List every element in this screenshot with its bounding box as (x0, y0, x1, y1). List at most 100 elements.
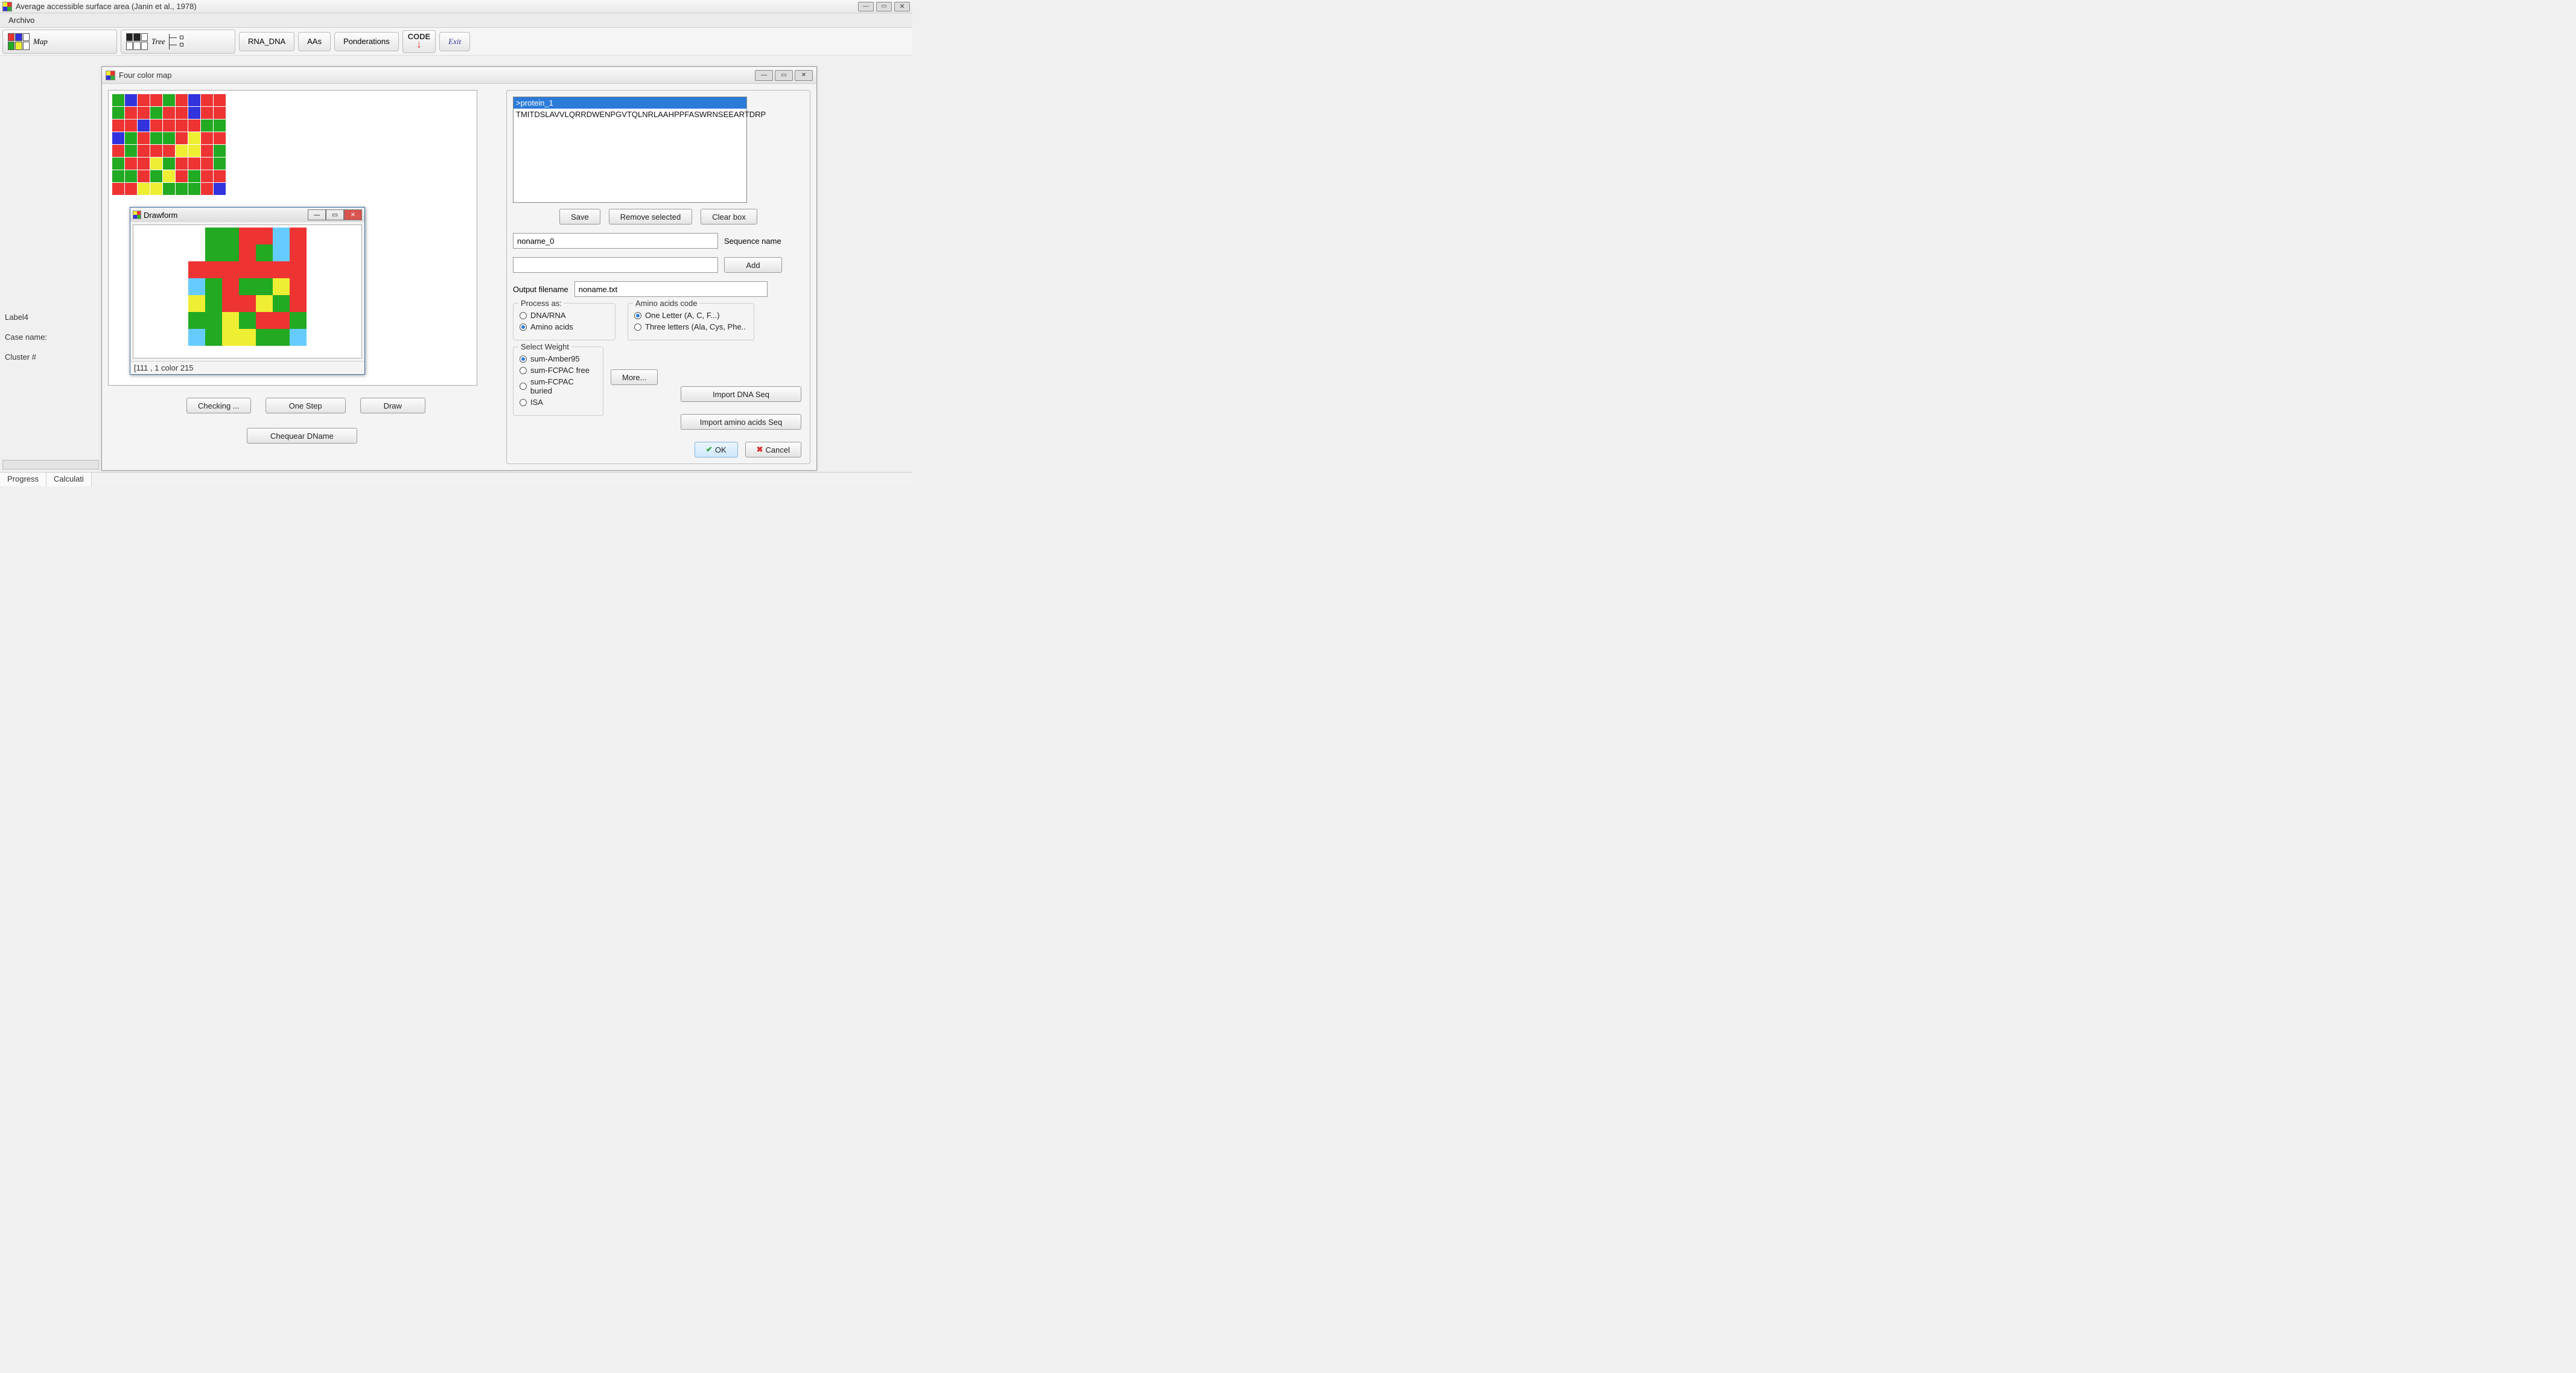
fcm-title: Four color map (119, 71, 755, 80)
fcm-minimize-button[interactable]: — (755, 70, 773, 81)
drawform-title: Drawform (144, 211, 308, 220)
output-filename-value: noname.txt (579, 285, 617, 294)
drawform-grid (188, 228, 307, 346)
weight-isa-label: ISA (530, 398, 543, 407)
more-weights-button[interactable]: More... (611, 369, 658, 385)
draw-button[interactable]: Draw (360, 398, 425, 413)
minimize-button[interactable]: — (858, 2, 874, 11)
drawform-titlebar[interactable]: Drawform — ▭ ✕ (130, 208, 364, 222)
color-map-grid (112, 94, 226, 195)
chequear-dname-button[interactable]: Chequear DName (247, 428, 357, 444)
import-dna-label: Import DNA Seq (713, 390, 769, 399)
drawform-icon (133, 211, 141, 219)
fcm-icon (106, 71, 115, 80)
aa-one-letter-label: One Letter (A, C, F...) (645, 311, 720, 320)
remove-selected-button[interactable]: Remove selected (609, 209, 692, 225)
process-aa-label: Amino acids (530, 322, 573, 331)
sequence-body: TMITDSLAVVLQRRDWENPGVTQLNRLAAHPPFASWRNSE… (514, 109, 746, 120)
ok-button[interactable]: ✔OK (695, 442, 738, 457)
aa-one-letter-radio[interactable]: One Letter (A, C, F...) (634, 311, 748, 320)
aas-button[interactable]: AAs (298, 32, 331, 51)
aa-three-letter-label: Three letters (Ala, Cys, Phe.. (645, 322, 746, 331)
save-button[interactable]: Save (559, 209, 600, 225)
four-color-map-window: Four color map — ▭ ✕ Checking ... One St… (101, 66, 817, 471)
select-weight-group: Select Weight sum-Amber95 sum-FCPAC free… (513, 346, 603, 416)
process-as-legend: Process as: (518, 299, 564, 308)
ponderations-button[interactable]: Ponderations (334, 32, 399, 51)
code-icon: CODE ↓ (408, 32, 431, 47)
sequence-name-label: Sequence name (724, 237, 781, 246)
process-aa-radio[interactable]: Amino acids (520, 322, 609, 331)
app-title: Average accessible surface area (Janin e… (16, 2, 858, 11)
app-titlebar: Average accessible surface area (Janin e… (0, 0, 912, 13)
fcm-close-button[interactable]: ✕ (795, 70, 813, 81)
maximize-button[interactable]: ▭ (876, 2, 892, 11)
tree-label: Tree (151, 37, 165, 46)
save-label: Save (571, 212, 589, 221)
weight-amber95-label: sum-Amber95 (530, 354, 580, 363)
clear-box-button[interactable]: Clear box (701, 209, 757, 225)
cluster-label: Cluster # (5, 352, 95, 362)
app-icon (2, 2, 12, 11)
sequence-selected-header[interactable]: >protein_1 (514, 97, 746, 109)
menubar: Archivo (0, 13, 912, 28)
aa-three-letter-radio[interactable]: Three letters (Ala, Cys, Phe.. (634, 322, 748, 331)
sequence-name-input[interactable]: noname_0 (513, 233, 718, 249)
tree-tool[interactable]: Tree (121, 30, 235, 54)
checking-button[interactable]: Checking ... (186, 398, 251, 413)
weight-fcpac-buried-label: sum-FCPAC buried (530, 377, 597, 395)
progress-bar (2, 460, 99, 470)
output-filename-input[interactable]: noname.txt (574, 281, 768, 297)
more-label: More... (622, 373, 646, 382)
clear-label: Clear box (712, 212, 746, 221)
map-tool[interactable]: Map (2, 30, 117, 54)
one-step-button[interactable]: One Step (266, 398, 346, 413)
weight-isa-radio[interactable]: ISA (520, 398, 597, 407)
tab-calculati[interactable]: Calculati (46, 473, 92, 486)
sequence-name-value: noname_0 (517, 237, 554, 246)
add-sequence-input[interactable] (513, 257, 718, 273)
process-dna-label: DNA/RNA (530, 311, 566, 320)
close-icon: ✖ (757, 445, 763, 454)
check-icon: ✔ (706, 445, 713, 454)
remove-label: Remove selected (620, 212, 681, 221)
case-name-label: Case name: (5, 333, 95, 342)
drawform-status: [111 , 1 color 215 (130, 361, 364, 374)
sequence-listbox[interactable]: >protein_1 TMITDSLAVVLQRRDWENPGVTQLNRLAA… (513, 97, 747, 203)
one-step-label: One Step (289, 401, 322, 410)
tab-progress[interactable]: Progress (0, 473, 46, 486)
cancel-button[interactable]: ✖Cancel (745, 442, 801, 457)
import-aa-label: Import amino acids Seq (700, 418, 783, 427)
aas-label: AAs (307, 37, 322, 46)
chequear-label: Chequear DName (270, 432, 334, 441)
drawform-canvas (133, 225, 362, 358)
weight-fcpac-free-radio[interactable]: sum-FCPAC free (520, 366, 597, 375)
process-dna-radio[interactable]: DNA/RNA (520, 311, 609, 320)
fcm-maximize-button[interactable]: ▭ (775, 70, 793, 81)
aa-code-legend: Amino acids code (633, 299, 700, 308)
tree-grid-icon (126, 33, 148, 50)
add-button[interactable]: Add (724, 257, 782, 273)
map-label: Map (33, 37, 48, 46)
select-weight-legend: Select Weight (518, 342, 571, 351)
checking-label: Checking ... (198, 401, 240, 410)
cancel-label: Cancel (766, 445, 790, 454)
import-aa-button[interactable]: Import amino acids Seq (681, 414, 801, 430)
import-dna-button[interactable]: Import DNA Seq (681, 386, 801, 402)
drawform-close-button[interactable]: ✕ (344, 209, 362, 220)
drawform-minimize-button[interactable]: — (308, 209, 326, 220)
rna-dna-button[interactable]: RNA_DNA (239, 32, 294, 51)
tree-icon (169, 34, 182, 49)
weight-fcpac-buried-radio[interactable]: sum-FCPAC buried (520, 377, 597, 395)
ok-label: OK (715, 445, 727, 454)
exit-button[interactable]: Exit (439, 32, 470, 51)
label4: Label4 (5, 313, 95, 322)
code-button[interactable]: CODE ↓ (402, 30, 436, 53)
drawform-maximize-button[interactable]: ▭ (326, 209, 344, 220)
weight-amber95-radio[interactable]: sum-Amber95 (520, 354, 597, 363)
fcm-titlebar[interactable]: Four color map — ▭ ✕ (102, 67, 816, 84)
aa-code-group: Amino acids code One Letter (A, C, F...)… (628, 303, 754, 340)
process-as-group: Process as: DNA/RNA Amino acids (513, 303, 615, 340)
close-button[interactable]: ✕ (894, 2, 910, 11)
menu-archivo[interactable]: Archivo (4, 14, 39, 26)
